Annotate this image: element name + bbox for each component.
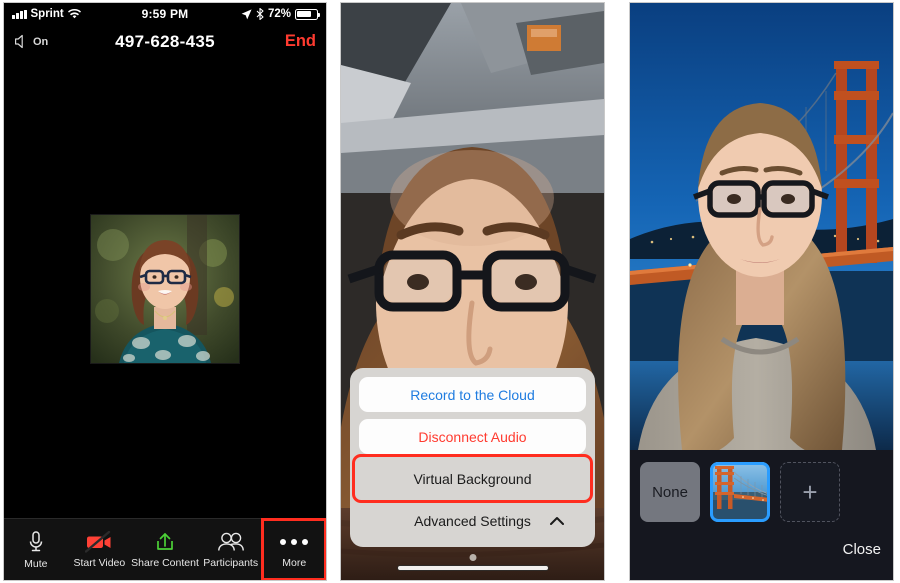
toolbar-label: Share Content <box>131 556 199 569</box>
phone-panel-in-call: Sprint 9:59 PM 72% On 497-628-435 End Mu… <box>3 2 327 581</box>
call-header-bar: On 497-628-435 End <box>4 25 326 59</box>
participant-video-thumbnail[interactable] <box>91 214 239 363</box>
action-sheet: Record to the Cloud Disconnect Audio Vir… <box>350 368 595 547</box>
toolbar-item-mute[interactable]: Mute <box>4 519 68 580</box>
sheet-item-label: Record to the Cloud <box>410 386 535 403</box>
phone-panel-virtual-background: None + Close <box>629 2 894 581</box>
toolbar-item-share-content[interactable]: Share Content <box>131 519 199 580</box>
sheet-item-label: Virtual Background <box>413 470 532 487</box>
status-bar-left: Sprint <box>12 8 81 20</box>
plus-icon: + <box>802 476 818 507</box>
toolbar-label: Start Video <box>73 556 126 569</box>
status-bar-right: 72% <box>241 8 321 20</box>
carrier-label: Sprint <box>30 8 64 20</box>
background-option-none[interactable]: None <box>640 462 700 522</box>
end-call-button[interactable]: End <box>285 32 316 51</box>
sheet-item-label: Advanced Settings <box>414 512 531 529</box>
toolbar-item-more[interactable]: More <box>261 518 326 580</box>
home-indicator-area <box>341 550 604 580</box>
toolbar-label: Mute <box>24 557 48 570</box>
location-arrow-icon <box>241 8 252 20</box>
sheet-item-disconnect-audio[interactable]: Disconnect Audio <box>359 419 586 454</box>
status-bar: Sprint 9:59 PM 72% <box>4 3 326 25</box>
sheet-item-record-to-cloud[interactable]: Record to the Cloud <box>359 377 586 412</box>
battery-percent-label: 72% <box>267 8 291 20</box>
phone-panel-more-menu: Record to the Cloud Disconnect Audio Vir… <box>340 2 605 581</box>
close-button[interactable]: Close <box>843 541 881 558</box>
sheet-item-virtual-background[interactable]: Virtual Background <box>352 454 593 503</box>
toolbar-label: More <box>282 556 307 569</box>
background-option-label: None <box>652 483 688 501</box>
participants-icon <box>217 531 245 553</box>
share-content-icon <box>154 531 176 553</box>
self-view-with-virtual-background <box>630 3 893 450</box>
background-option-add[interactable]: + <box>780 462 840 522</box>
home-indicator[interactable] <box>396 565 549 571</box>
sheet-item-advanced-settings[interactable]: Advanced Settings <box>359 503 586 538</box>
page-dot-indicator <box>469 554 476 561</box>
more-dots-icon <box>280 531 309 553</box>
virtual-background-panel: None + Close <box>630 450 893 580</box>
video-stage <box>4 59 326 518</box>
chevron-up-icon <box>550 516 564 525</box>
microphone-icon <box>26 530 46 554</box>
toolbar-label: Participants <box>203 556 259 569</box>
virtual-background-screen: None + Close <box>630 3 893 580</box>
wifi-icon <box>67 9 81 19</box>
more-menu-screen: Record to the Cloud Disconnect Audio Vir… <box>341 3 604 580</box>
battery-icon <box>295 8 321 20</box>
meeting-id-label: 497-628-435 <box>115 31 215 51</box>
bluetooth-icon <box>256 8 264 20</box>
background-option-golden-gate[interactable] <box>710 462 770 522</box>
toolbar-item-participants[interactable]: Participants <box>199 519 263 580</box>
sheet-item-label: Disconnect Audio <box>418 428 527 445</box>
toolbar-item-start-video[interactable]: Start Video <box>68 519 132 580</box>
background-options-row: None + <box>640 462 883 522</box>
signal-bars-icon <box>12 9 27 19</box>
in-call-screen: Sprint 9:59 PM 72% On 497-628-435 End Mu… <box>4 3 326 580</box>
screenshot-root: Sprint 9:59 PM 72% On 497-628-435 End Mu… <box>0 0 900 583</box>
meeting-toolbar: Mute Start Video Share Content Participa… <box>4 518 326 580</box>
video-off-icon <box>85 530 113 553</box>
